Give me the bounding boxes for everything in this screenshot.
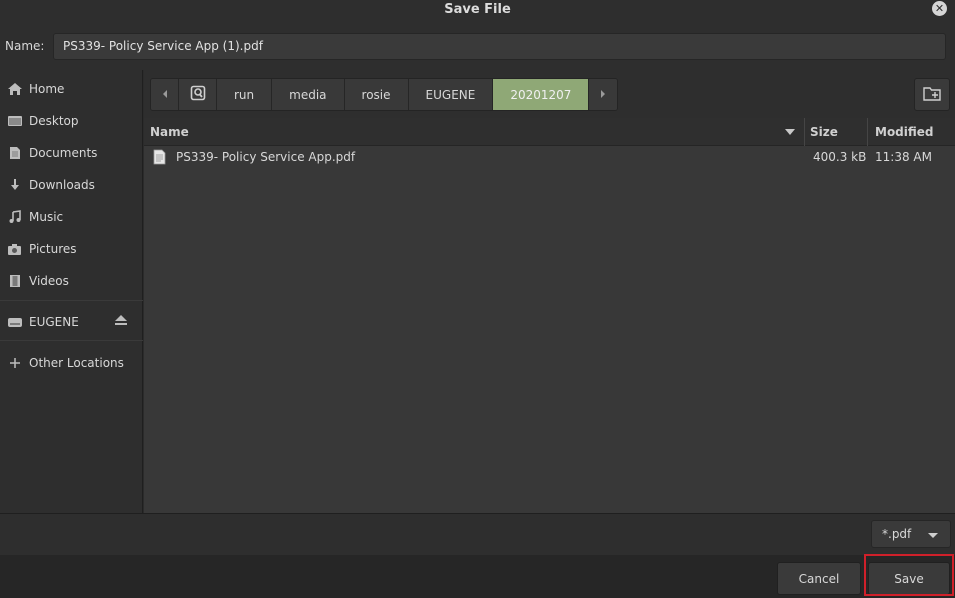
column-header-size[interactable]: Size xyxy=(810,118,838,146)
path-segment-run[interactable]: run xyxy=(217,79,273,110)
sidebar-divider xyxy=(0,340,143,341)
bottom-bar: *.pdf Cancel Save xyxy=(0,513,955,598)
home-icon xyxy=(0,82,29,96)
sort-descending-icon[interactable] xyxy=(785,129,795,135)
file-list-header: Name Size Modified xyxy=(144,118,955,146)
path-segment-media[interactable]: media xyxy=(272,79,345,110)
action-bar: Cancel Save xyxy=(0,555,955,598)
cancel-button[interactable]: Cancel xyxy=(777,562,861,595)
sidebar-item-label: Videos xyxy=(29,274,69,288)
chevron-right-icon xyxy=(599,88,607,102)
film-icon xyxy=(0,274,29,288)
column-divider xyxy=(804,118,805,146)
desktop-icon xyxy=(0,115,29,128)
sidebar-item-downloads[interactable]: Downloads xyxy=(0,171,143,199)
name-bar: Name: PS339- Policy Service App (1).pdf xyxy=(0,22,955,70)
file-row[interactable]: PS339- Policy Service App.pdf 400.3 kB 1… xyxy=(144,146,955,170)
sidebar-item-label: Home xyxy=(29,82,65,96)
sidebar-item-eugene[interactable]: EUGENE xyxy=(0,308,143,336)
path-back-button[interactable] xyxy=(151,79,179,110)
camera-icon xyxy=(0,243,29,256)
file-size: 400.3 kB xyxy=(813,150,867,164)
sidebar-item-label: EUGENE xyxy=(29,315,79,329)
sidebar-item-desktop[interactable]: Desktop xyxy=(0,107,143,135)
sidebar-item-home[interactable]: Home xyxy=(0,75,143,103)
sidebar-item-documents[interactable]: Documents xyxy=(0,139,143,167)
pdf-file-icon xyxy=(153,149,166,168)
title-bar: Save File ✕ xyxy=(0,0,955,22)
music-icon xyxy=(0,210,29,224)
drive-icon xyxy=(0,316,29,328)
filter-value: *.pdf xyxy=(882,527,912,541)
sidebar-item-other-locations[interactable]: Other Locations xyxy=(0,349,143,377)
sidebar-item-videos[interactable]: Videos xyxy=(0,267,143,295)
sidebar-item-pictures[interactable]: Pictures xyxy=(0,235,143,263)
column-header-modified[interactable]: Modified xyxy=(875,118,934,146)
close-icon[interactable]: ✕ xyxy=(932,1,947,16)
sidebar-item-label: Pictures xyxy=(29,242,77,256)
name-label: Name: xyxy=(5,39,45,53)
file-name: PS339- Policy Service App.pdf xyxy=(176,150,356,164)
sidebar-item-label: Desktop xyxy=(29,114,79,128)
root-drive-icon xyxy=(190,85,206,104)
path-segment-rosie[interactable]: rosie xyxy=(344,79,409,110)
file-modified: 11:38 AM xyxy=(875,150,932,164)
chevron-left-icon xyxy=(161,88,169,102)
path-bar: run media rosie EUGENE 20201207 xyxy=(150,78,619,111)
file-browser: run media rosie EUGENE 20201207 Name Siz… xyxy=(144,70,955,513)
sidebar-item-label: Other Locations xyxy=(29,356,124,370)
sidebar-item-label: Music xyxy=(29,210,64,224)
path-toolbar: run media rosie EUGENE 20201207 xyxy=(144,70,955,118)
sidebar: Home Desktop Documents Downloads Music P… xyxy=(0,70,143,513)
window-title: Save File xyxy=(444,2,511,17)
save-button[interactable]: Save xyxy=(868,562,950,595)
filename-input[interactable]: PS339- Policy Service App (1).pdf xyxy=(53,33,946,60)
sidebar-divider xyxy=(0,300,143,301)
sidebar-item-label: Documents xyxy=(29,146,98,160)
path-forward-button[interactable] xyxy=(589,79,618,110)
download-icon xyxy=(0,178,29,192)
file-type-filter-dropdown[interactable]: *.pdf xyxy=(871,520,951,548)
document-icon xyxy=(0,146,29,160)
sidebar-item-music[interactable]: Music xyxy=(0,203,143,231)
sidebar-item-label: Downloads xyxy=(29,178,95,192)
column-header-name[interactable]: Name xyxy=(150,118,189,146)
plus-icon xyxy=(0,357,29,369)
new-folder-button[interactable] xyxy=(914,78,950,111)
new-folder-icon xyxy=(923,86,941,104)
path-segment-20201207[interactable]: 20201207 xyxy=(493,79,590,110)
eject-icon[interactable] xyxy=(114,314,128,329)
path-segment-eugene[interactable]: EUGENE xyxy=(408,79,494,110)
path-root-button[interactable] xyxy=(179,79,217,110)
column-divider xyxy=(867,118,868,146)
chevron-down-icon xyxy=(928,533,938,538)
